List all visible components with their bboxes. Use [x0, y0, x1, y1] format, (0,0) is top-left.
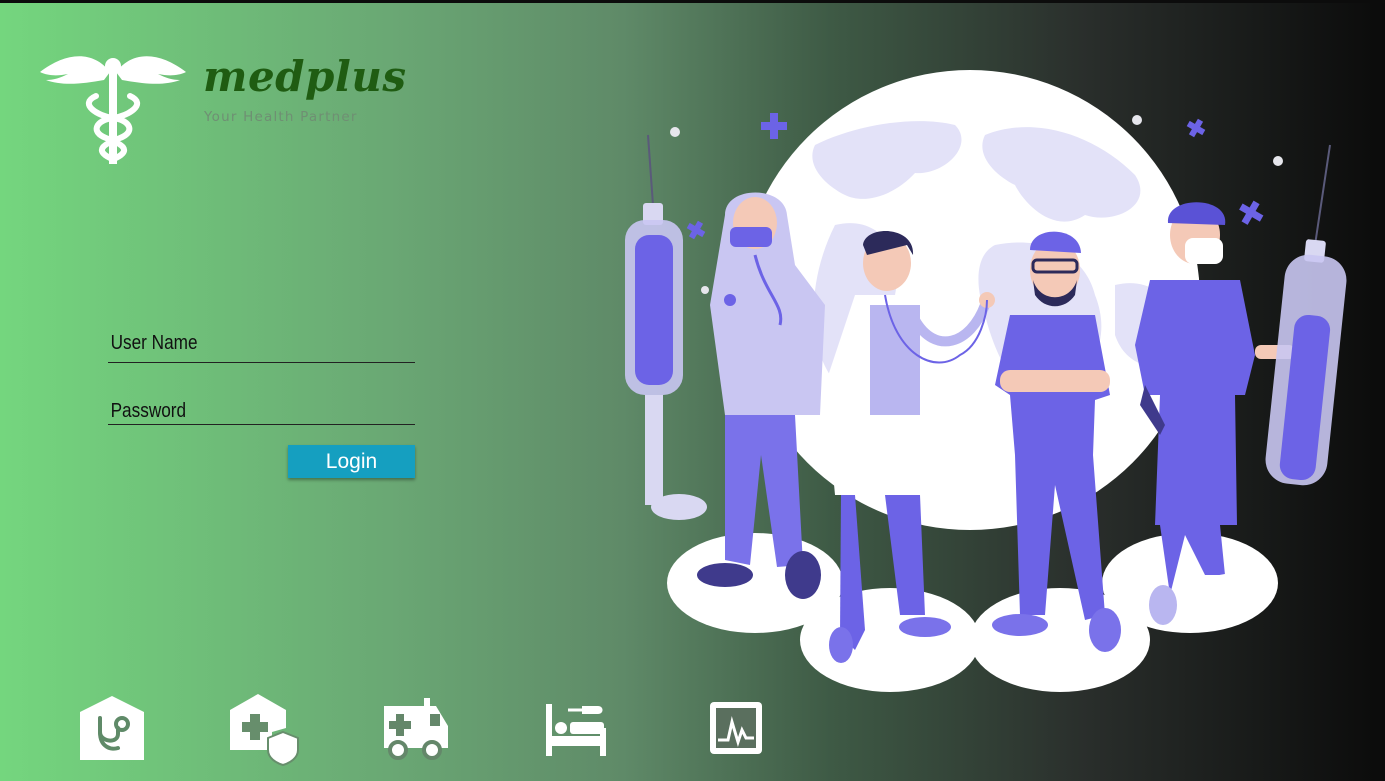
username-field [108, 332, 415, 363]
hospital-bed-icon[interactable] [544, 692, 608, 763]
health-monitor-icon[interactable] [708, 692, 764, 763]
clinic-stethoscope-icon[interactable] [78, 692, 146, 769]
caduceus-logo-icon [38, 46, 188, 172]
ambulance-icon[interactable] [382, 692, 450, 767]
password-field [108, 400, 415, 427]
username-input[interactable] [108, 332, 373, 359]
login-button[interactable]: Login [288, 445, 415, 478]
brand-name: medplus [203, 52, 407, 101]
medical-team-illustration [615, 55, 1360, 705]
password-input[interactable] [108, 400, 373, 427]
hospital-insurance-icon[interactable] [228, 692, 300, 771]
top-border [0, 0, 1385, 3]
brand-tagline: Your Health Partner [204, 109, 358, 125]
